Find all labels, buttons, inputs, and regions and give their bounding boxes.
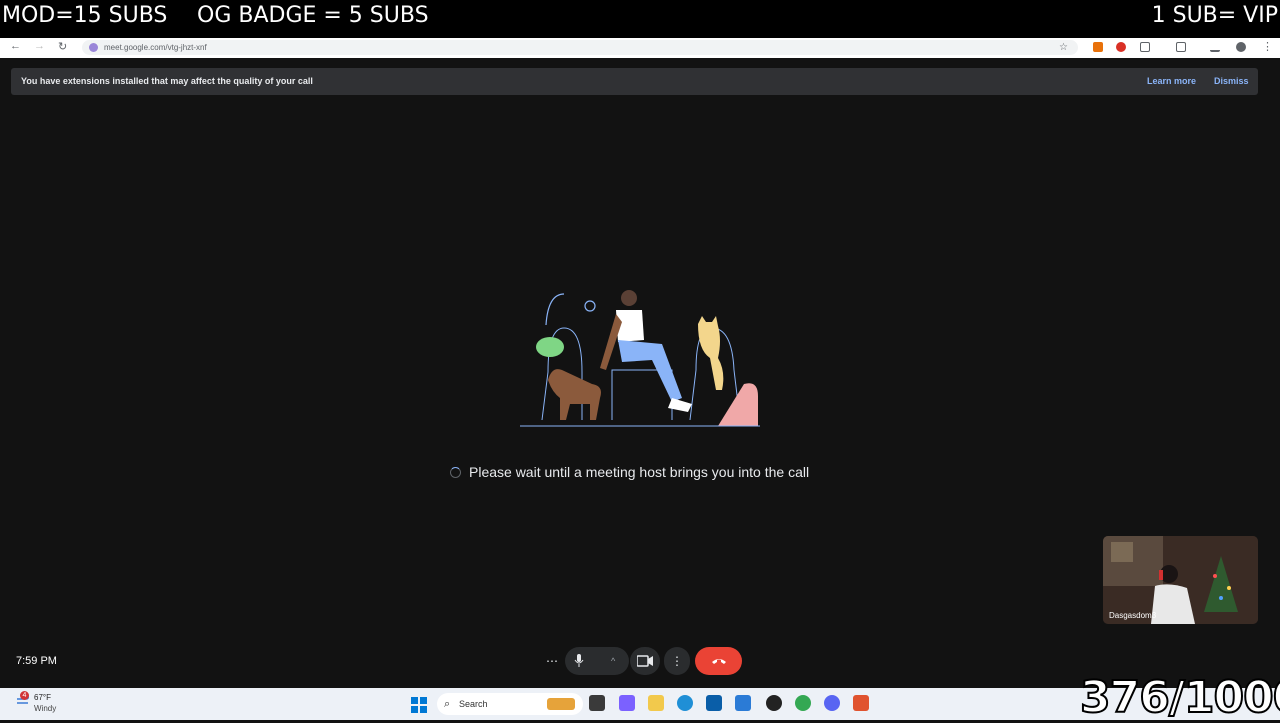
waiting-room-illustration <box>520 290 760 427</box>
task-view-icon[interactable] <box>589 695 605 711</box>
edge-browser-icon[interactable] <box>677 695 693 711</box>
search-icon: ⌕ <box>444 698 451 710</box>
more-options-button[interactable]: ⋯ <box>538 647 566 675</box>
search-label: Search <box>459 699 488 709</box>
overlay-mod-text: MOD=15 SUBS <box>2 3 168 28</box>
extension-icon[interactable] <box>1116 42 1126 52</box>
cat-figure <box>698 316 724 390</box>
self-view-video-tile[interactable]: Dasgasdom3 <box>1103 536 1258 624</box>
decor-pink-shape <box>718 383 758 426</box>
taskbar-search-box[interactable]: ⌕ Search <box>437 693 583 715</box>
site-info-icon[interactable] <box>89 43 98 52</box>
stream-sub-counter: 376/1000 <box>1079 671 1280 723</box>
microsoft-store-icon[interactable] <box>706 695 722 711</box>
warning-message: You have extensions installed that may a… <box>21 76 313 86</box>
bookmark-star-icon[interactable]: ☆ <box>1059 40 1068 55</box>
decor-arc <box>545 293 565 326</box>
waiting-status: Please wait until a meeting host brings … <box>450 464 809 480</box>
chrome-browser-icon[interactable] <box>795 695 811 711</box>
overlay-og-badge-text: OG BADGE = 5 SUBS <box>197 3 429 28</box>
weather-notification-badge: 4 <box>20 691 29 700</box>
dismiss-button[interactable]: Dismiss <box>1214 76 1249 86</box>
loading-spinner-icon <box>450 467 461 478</box>
extension-warning-bar: You have extensions installed that may a… <box>11 68 1258 95</box>
obs-app-icon[interactable] <box>766 695 782 711</box>
leave-call-button[interactable] <box>695 647 742 675</box>
dog-figure <box>548 369 601 420</box>
weather-temperature[interactable]: 67°F <box>34 693 51 702</box>
meeting-clock: 7:59 PM <box>16 655 57 667</box>
extension-icon[interactable] <box>1093 42 1103 52</box>
more-options-icon: ⋯ <box>546 654 558 668</box>
waiting-message: Please wait until a meeting host brings … <box>469 464 810 480</box>
url-text: meet.google.com/vtg-jhzt-xnf <box>104 43 207 52</box>
forward-icon[interactable]: → <box>34 40 45 52</box>
vertical-dots-icon: ⋮ <box>671 654 683 668</box>
profile-avatar[interactable] <box>1236 42 1246 52</box>
outlook-app-icon[interactable] <box>735 695 751 711</box>
microphone-icon[interactable] <box>574 654 584 668</box>
weather-condition[interactable]: Windy <box>34 704 56 713</box>
browser-toolbar: ← → ↻ meet.google.com/vtg-jhzt-xnf ☆ ⋮ <box>0 38 1280 58</box>
overlay-vip-text: 1 SUB= VIP <box>1151 3 1278 28</box>
extensions-puzzle-icon[interactable] <box>1176 42 1186 52</box>
search-highlight-icon <box>547 698 575 710</box>
reload-icon[interactable]: ↻ <box>58 40 67 53</box>
learn-more-link[interactable]: Learn more <box>1147 76 1196 86</box>
camera-button[interactable] <box>630 647 660 675</box>
address-bar[interactable]: meet.google.com/vtg-jhzt-xnf ☆ <box>82 40 1078 55</box>
camera-icon <box>637 655 653 667</box>
audio-options-chevron-icon[interactable]: ^ <box>611 647 615 675</box>
downloads-icon[interactable] <box>1210 42 1220 52</box>
browser-menu-icon[interactable]: ⋮ <box>1262 40 1273 53</box>
self-view-name: Dasgasdom3 <box>1109 611 1157 620</box>
stream-overlay-bar: MOD=15 SUBS OG BADGE = 5 SUBS 1 SUB= VIP <box>0 0 1280 38</box>
decor-circle <box>584 300 596 312</box>
person-head <box>621 290 637 306</box>
copilot-app-icon[interactable] <box>619 695 635 711</box>
discord-app-icon[interactable] <box>824 695 840 711</box>
phone-hangup-icon <box>711 659 726 664</box>
windows-start-icon[interactable] <box>411 697 427 713</box>
extension-icon[interactable] <box>1140 42 1150 52</box>
microphone-control-group: ^ <box>565 647 629 675</box>
back-icon[interactable]: ← <box>10 40 21 52</box>
more-actions-button[interactable]: ⋮ <box>664 647 690 675</box>
file-explorer-icon[interactable] <box>648 695 664 711</box>
plant-shape <box>536 337 564 357</box>
office-app-icon[interactable] <box>853 695 869 711</box>
